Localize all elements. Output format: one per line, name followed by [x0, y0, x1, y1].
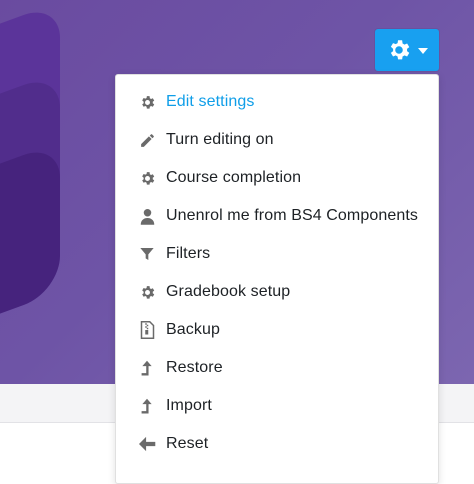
course-action-menu: Edit settings Turn editing on Course com…: [115, 74, 439, 484]
menu-item-course-completion[interactable]: Course completion: [116, 159, 438, 197]
menu-item-label: Edit settings: [166, 93, 255, 110]
gear-icon: [138, 169, 156, 187]
menu-item-label: Import: [166, 397, 212, 414]
course-image-layer-bottom: [0, 141, 60, 369]
menu-item-label: Turn editing on: [166, 131, 274, 148]
user-icon: [138, 207, 156, 225]
menu-item-label: Reset: [166, 435, 209, 452]
gear-icon: [138, 283, 156, 301]
course-settings-button[interactable]: [375, 29, 439, 71]
file-archive-icon: [138, 321, 156, 339]
menu-item-edit-settings[interactable]: Edit settings: [116, 83, 438, 121]
menu-item-turn-editing-on[interactable]: Turn editing on: [116, 121, 438, 159]
level-up-icon: [138, 359, 156, 377]
gear-icon: [386, 37, 412, 63]
menu-item-gradebook-setup[interactable]: Gradebook setup: [116, 273, 438, 311]
menu-item-restore[interactable]: Restore: [116, 349, 438, 387]
gear-icon: [138, 93, 156, 111]
menu-item-filters[interactable]: Filters: [116, 235, 438, 273]
level-up-icon: [138, 397, 156, 415]
menu-item-reset[interactable]: Reset: [116, 425, 438, 463]
menu-item-label: Unenrol me from BS4 Components: [166, 207, 418, 224]
arrow-left-icon: [138, 435, 156, 453]
menu-item-label: Backup: [166, 321, 220, 338]
pencil-icon: [138, 131, 156, 149]
menu-item-label: Restore: [166, 359, 223, 376]
menu-item-import[interactable]: Import: [116, 387, 438, 425]
menu-item-label: Course completion: [166, 169, 302, 186]
menu-item-backup[interactable]: Backup: [116, 311, 438, 349]
caret-down-icon: [418, 48, 428, 54]
menu-item-label: Gradebook setup: [166, 283, 291, 300]
filter-icon: [138, 245, 156, 263]
menu-item-label: Filters: [166, 245, 211, 262]
menu-item-unenrol[interactable]: Unenrol me from BS4 Components: [116, 197, 438, 235]
